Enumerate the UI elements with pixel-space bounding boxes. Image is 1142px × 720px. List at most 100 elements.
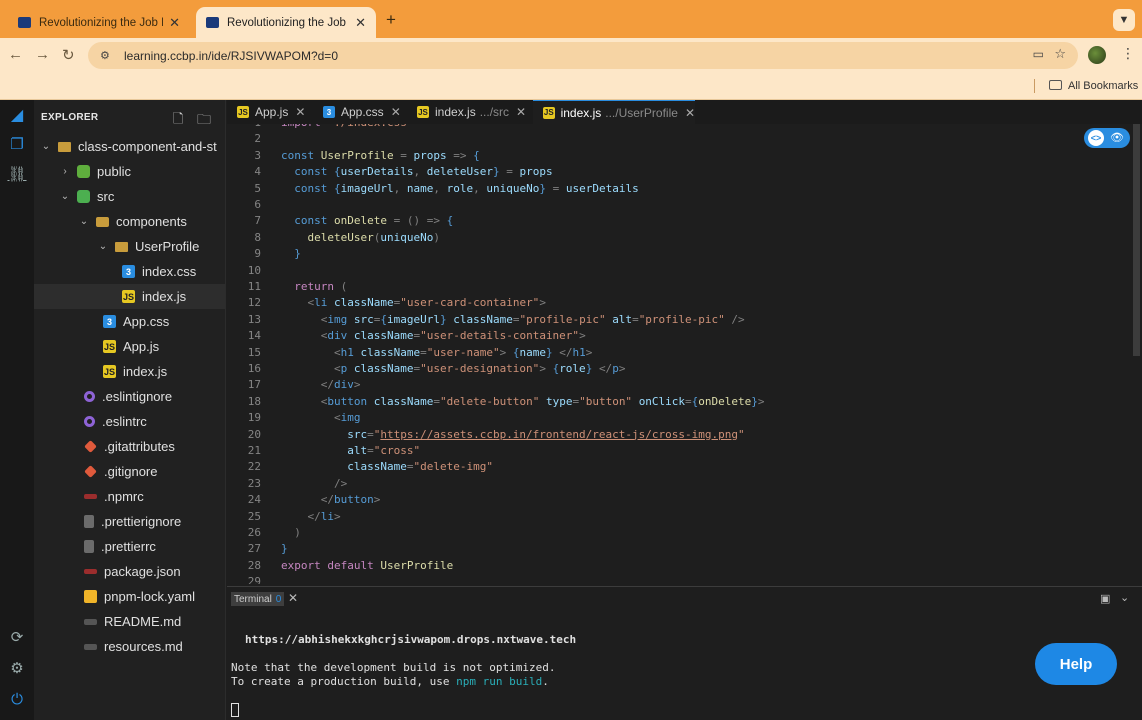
reload-icon[interactable]: ↻ [62, 46, 75, 64]
tree-item[interactable]: JS index.js [34, 359, 225, 384]
tree-item-label: index.js [123, 364, 168, 379]
editor-tab-path: .../UserProfile [605, 105, 678, 120]
code-line: src="https://assets.ccbp.in/frontend/rea… [347, 427, 745, 441]
activity-bar: ◢ ❐ ⛓ ⟳ ⚙ ⏻ [0, 100, 34, 720]
tree-item[interactable]: .npmrc [34, 484, 225, 509]
site-settings-icon[interactable]: ⚙ [100, 49, 114, 62]
tree-item[interactable]: ⌄ UserProfile [34, 234, 225, 259]
explorer-title: EXPLORER [41, 112, 99, 123]
line-number: 24 [247, 493, 261, 507]
editor-tab-index-js-userprofile[interactable]: JS index.js .../UserProfile ✕ [533, 100, 695, 124]
maximize-panel-icon[interactable]: ▣ [1100, 592, 1110, 605]
code-line: </li> [307, 509, 341, 523]
npm-icon [84, 494, 97, 499]
new-file-icon[interactable]: 🗋 [173, 110, 183, 132]
preview-eye-icon[interactable]: 👁 [1110, 131, 1124, 144]
line-number: 28 [247, 558, 261, 572]
code-line: <h1 className="user-name"> {name} </h1> [333, 345, 593, 359]
terminal-output[interactable]: https://abhishekxkghcrjsivwapom.drops.nx… [227, 610, 1142, 720]
eslint-icon [84, 416, 95, 427]
line-number: 21 [247, 444, 261, 457]
new-folder-icon[interactable]: 🗀 [197, 109, 211, 133]
install-app-icon[interactable]: ▭ [1033, 47, 1044, 61]
close-icon[interactable]: ✕ [295, 105, 305, 119]
code-line: </button> [320, 493, 381, 507]
line-number: 12 [247, 296, 261, 310]
tree-item[interactable]: ⌄ components [34, 209, 225, 234]
terminal-tab-label: Terminal [234, 593, 272, 605]
css-file-icon: 3 [122, 265, 135, 278]
back-arrow-icon[interactable]: ← [8, 46, 23, 63]
editor-tab-app-js[interactable]: JS App.js ✕ [227, 100, 311, 124]
close-icon[interactable]: ✕ [685, 106, 695, 120]
tree-item[interactable]: 3 App.css [34, 309, 225, 334]
close-tab-icon[interactable]: ✕ [355, 15, 366, 31]
power-icon[interactable]: ⏻ [7, 689, 27, 709]
tree-item[interactable]: pnpm-lock.yaml [34, 584, 225, 609]
scrollbar-thumb[interactable] [1133, 124, 1140, 356]
editor-scrollbar[interactable] [1131, 124, 1142, 584]
code-editor[interactable]: 1import './index.css'23const UserProfile… [227, 124, 1132, 584]
close-tab-icon[interactable]: ✕ [169, 15, 180, 31]
tree-item[interactable]: .prettierrc [34, 534, 225, 559]
bookmark-star-icon[interactable]: ☆ [1054, 46, 1066, 62]
close-icon[interactable]: ✕ [516, 105, 526, 119]
editor-tab-app-css[interactable]: 3 App.css ✕ [313, 100, 405, 124]
tab-search-chevron-icon[interactable]: ▼ [1113, 9, 1135, 31]
browser-tab-1[interactable]: Revolutionizing the Job Mark ✕ [8, 7, 190, 38]
tree-item[interactable]: resources.md [34, 634, 225, 659]
chevron-right-icon[interactable]: › [59, 166, 71, 177]
line-number: 1 [227, 124, 261, 129]
tree-item[interactable]: JS App.js [34, 334, 225, 359]
chevron-down-icon[interactable]: ⌄ [1120, 591, 1129, 604]
tree-item[interactable]: .eslintignore [34, 384, 225, 409]
chevron-down-icon[interactable]: ⌄ [40, 141, 52, 152]
terminal-tab[interactable]: Terminal 0 [231, 592, 285, 606]
sync-icon[interactable]: ⟳ [7, 627, 27, 647]
code-line: className="delete-img" [347, 460, 493, 474]
close-icon[interactable]: ✕ [391, 105, 401, 119]
line-number: 11 [247, 280, 261, 293]
address-toolbar: ← → ↻ ⚙ learning.ccbp.in/ide/RJSIVWAPOM?… [0, 38, 1142, 72]
browser-tab-2[interactable]: Revolutionizing the Job Mark ✕ [196, 7, 376, 38]
tree-item-label: .eslintrc [102, 414, 147, 429]
tree-item[interactable]: .prettierignore [34, 509, 225, 534]
gear-icon[interactable]: ⚙ [7, 658, 27, 678]
tree-item[interactable]: 3 index.css [34, 259, 225, 284]
code-view-icon[interactable]: <> [1088, 130, 1104, 146]
tree-item[interactable]: JS index.js [34, 284, 225, 309]
css-file-icon: 3 [103, 315, 116, 328]
line-number: 4 [254, 165, 261, 179]
terminal-command: npm run build [456, 675, 543, 688]
address-bar[interactable]: ⚙ learning.ccbp.in/ide/RJSIVWAPOM?d=0 ▭ … [88, 42, 1078, 69]
new-tab-button[interactable]: + [386, 10, 396, 30]
line-number: 25 [247, 509, 261, 523]
bookmarks-bar: All Bookmarks [0, 72, 1142, 100]
all-bookmarks-link[interactable]: All Bookmarks [1068, 80, 1138, 92]
close-icon[interactable]: ✕ [288, 591, 298, 605]
tree-item[interactable]: .gitignore [34, 459, 225, 484]
browser-menu-icon[interactable]: ⋮ [1121, 45, 1135, 62]
code-preview-toggle[interactable]: <> 👁 [1084, 128, 1130, 148]
tree-item[interactable]: › public [34, 159, 225, 184]
terminal-text: . [542, 675, 549, 688]
tree-item[interactable]: .eslintrc [34, 409, 225, 434]
tree-item-label: index.js [142, 289, 187, 304]
forward-arrow-icon[interactable]: → [35, 46, 50, 63]
tree-item[interactable]: ⌄ src [34, 184, 225, 209]
code-line: </div> [320, 378, 361, 392]
link-icon[interactable]: ⛓ [7, 164, 27, 184]
tree-item[interactable]: ⌄ class-component-and-st [34, 134, 225, 159]
profile-avatar[interactable] [1088, 46, 1106, 64]
files-icon[interactable]: ❐ [7, 134, 27, 154]
chevron-down-icon[interactable]: ⌄ [78, 216, 90, 227]
editor-tab-index-js-src[interactable]: JS index.js .../src ✕ [407, 100, 531, 124]
tree-item-label: public [97, 164, 131, 179]
chevron-down-icon[interactable]: ⌄ [97, 241, 109, 252]
tree-item[interactable]: package.json [34, 559, 225, 584]
help-button[interactable]: Help [1035, 643, 1117, 685]
tree-item[interactable]: .gitattributes [34, 434, 225, 459]
editor-tab-label: index.js [560, 105, 602, 120]
chevron-down-icon[interactable]: ⌄ [59, 191, 71, 202]
tree-item[interactable]: README.md [34, 609, 225, 634]
